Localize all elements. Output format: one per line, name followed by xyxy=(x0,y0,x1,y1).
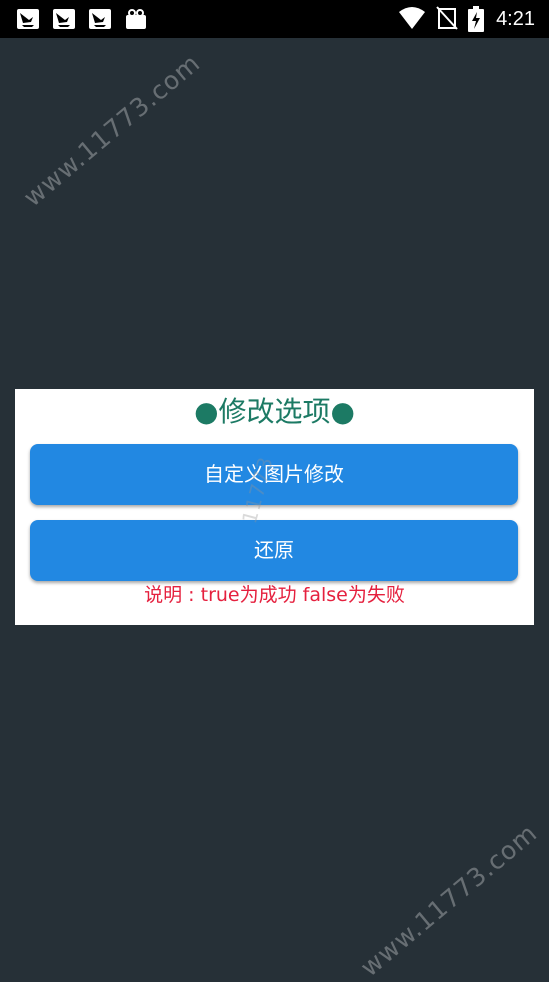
no-sim-icon xyxy=(436,6,458,30)
bird-notification-icon xyxy=(89,9,111,29)
bird-notification-icon xyxy=(17,9,39,29)
watermark-text: www.11773.com xyxy=(355,818,543,982)
modify-options-dialog: ●修改选项● 自定义图片修改 还原 说明 : true为成功 false为失败 xyxy=(15,389,534,625)
bird-notification-icon xyxy=(53,9,75,29)
shopping-bag-icon xyxy=(126,9,146,29)
restore-button[interactable]: 还原 xyxy=(30,520,518,581)
watermark-text: www.11773.com xyxy=(18,48,206,213)
dialog-title: ●修改选项● xyxy=(194,395,355,428)
clock: 4:21 xyxy=(496,8,535,30)
wifi-icon xyxy=(399,7,425,29)
battery-charging-icon xyxy=(468,6,484,32)
result-note: 说明 : true为成功 false为失败 xyxy=(144,584,405,606)
status-bar: 4:21 xyxy=(0,0,549,38)
